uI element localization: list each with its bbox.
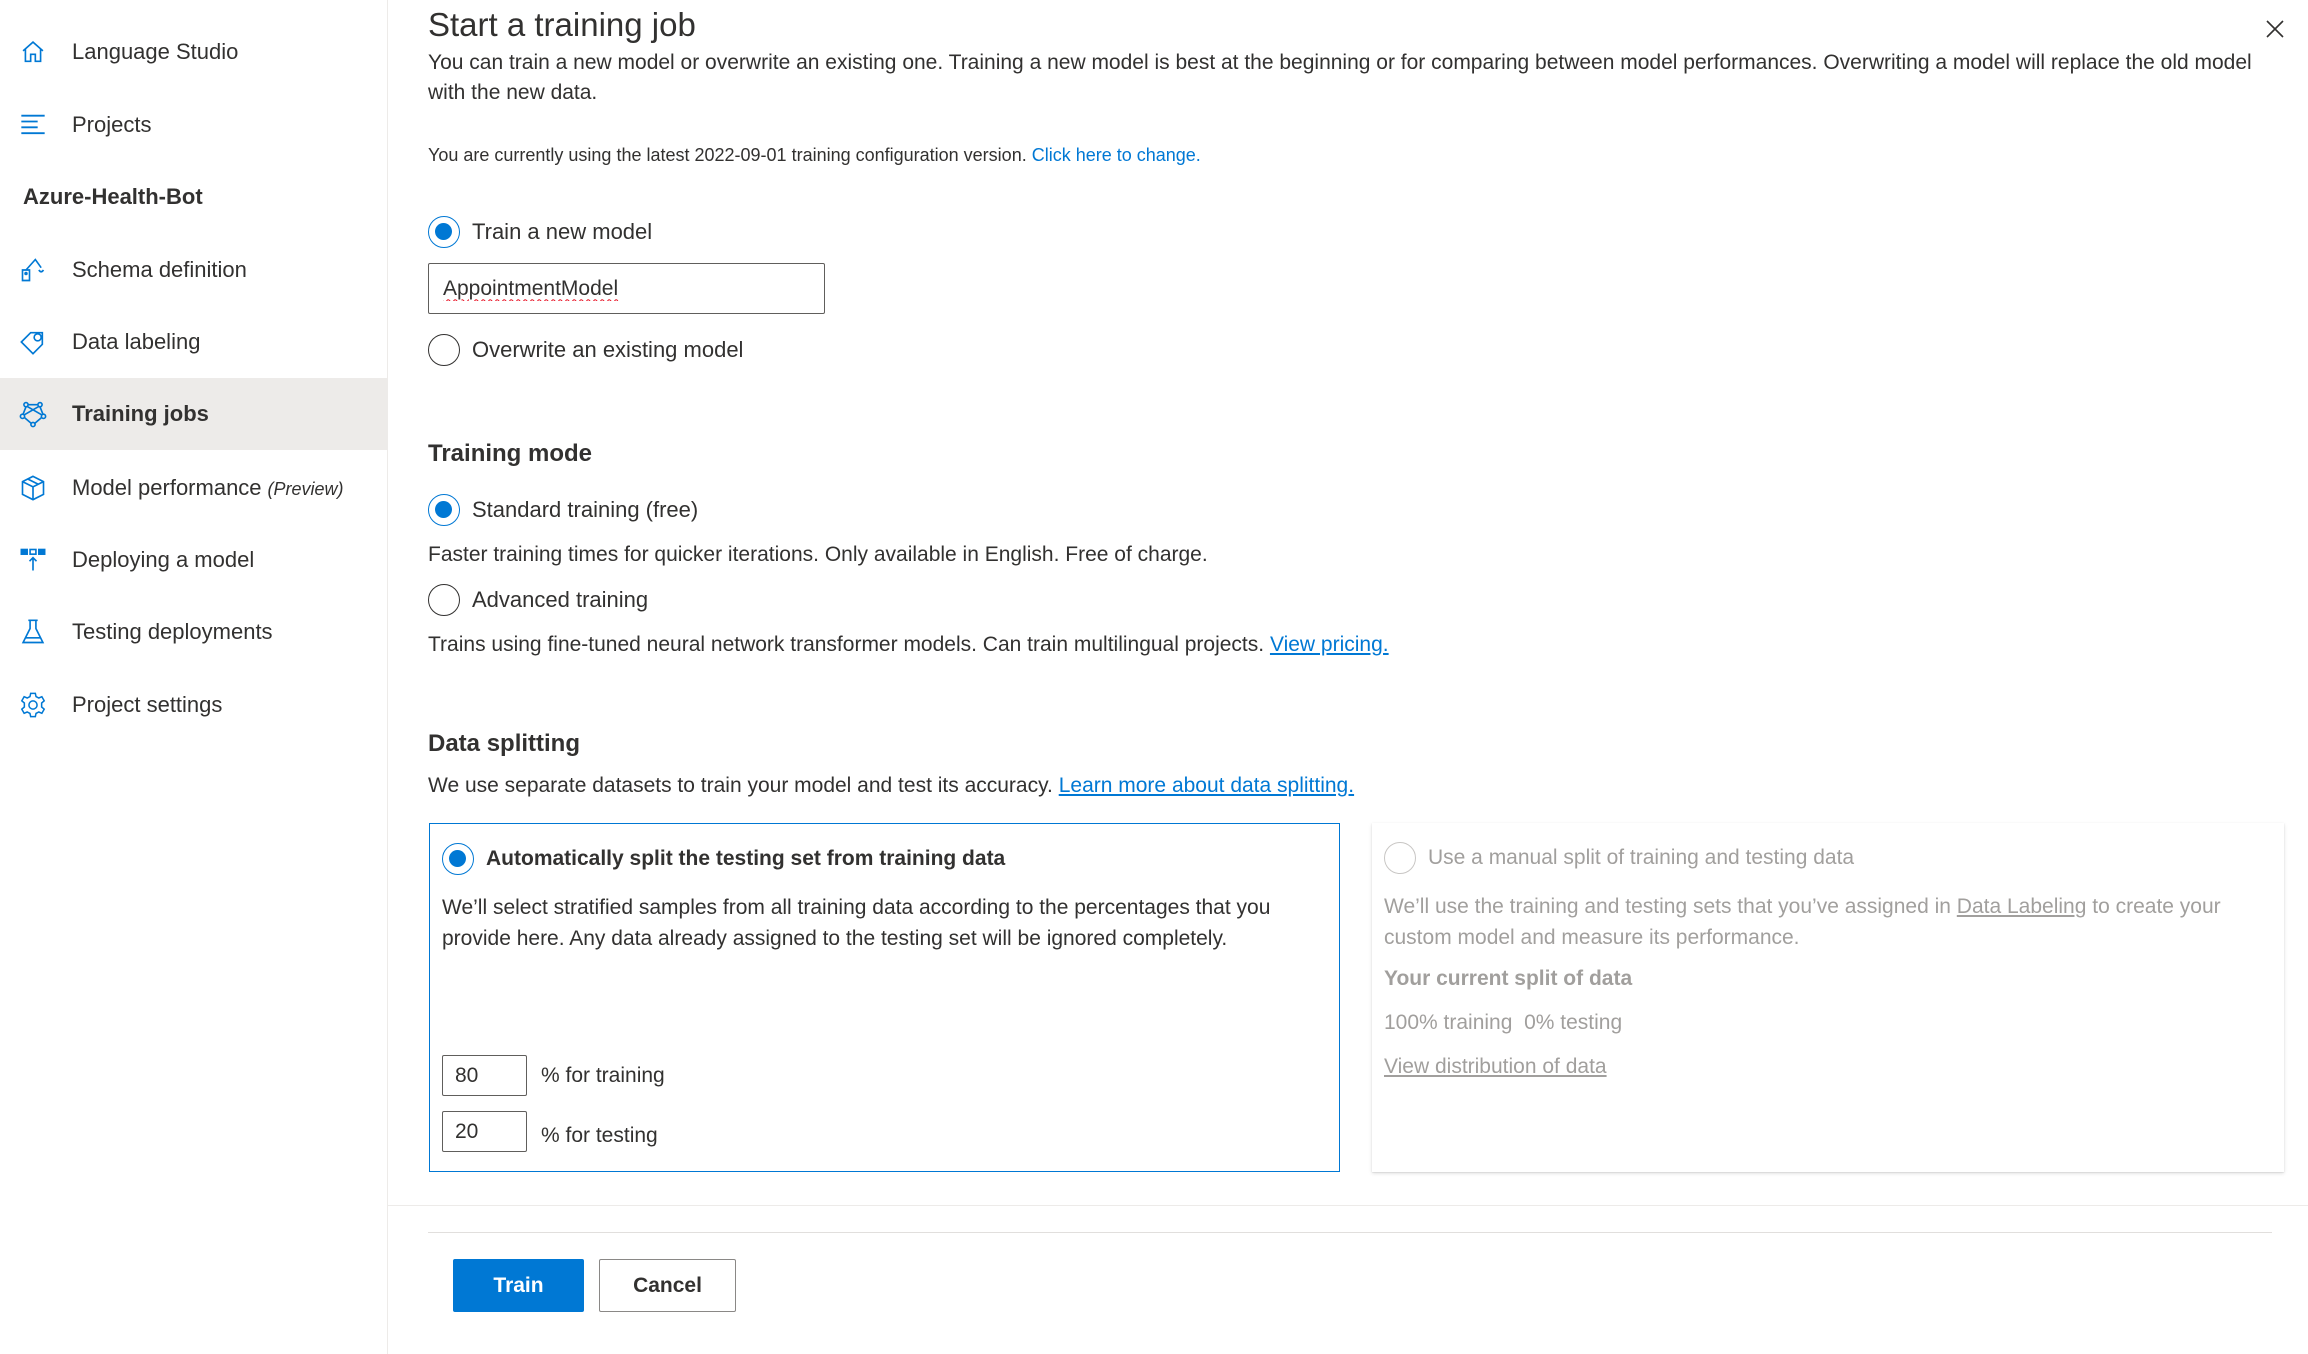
sidebar-item-label: Schema definition xyxy=(72,257,247,282)
preview-badge: (Preview) xyxy=(267,479,344,499)
sidebar-item-model-performance[interactable]: Model performance (Preview) xyxy=(0,452,388,524)
radio-label: Advanced training xyxy=(472,587,649,612)
sidebar-item-label: Language Studio xyxy=(72,39,239,64)
standard-training-radio[interactable]: Standard training (free) xyxy=(428,494,698,526)
sidebar-item-schema-definition[interactable]: Schema definition xyxy=(0,234,388,306)
config-version-label: You are currently using the latest 2022-… xyxy=(428,145,1027,165)
intro-text: You can train a new model or overwrite a… xyxy=(428,51,2252,104)
learn-more-data-splitting-link[interactable]: Learn more about data splitting. xyxy=(1059,774,1354,797)
advanced-training-desc: Trains using fine-tuned neural network t… xyxy=(428,633,1389,657)
training-job-panel: You can train a new model or overwrite a… xyxy=(388,0,2308,1354)
radio-label: Use a manual split of training and testi… xyxy=(1428,846,1855,869)
deploy-icon xyxy=(18,545,48,575)
scroll-clip xyxy=(388,44,2308,50)
manual-split-card: Use a manual split of training and testi… xyxy=(1372,823,2284,1172)
view-pricing-link[interactable]: View pricing. xyxy=(1270,633,1389,656)
gear-icon xyxy=(18,690,48,720)
radio-indicator xyxy=(428,494,460,526)
radio-indicator xyxy=(428,334,460,366)
radio-label: Automatically split the testing set from… xyxy=(486,847,1006,870)
radio-indicator xyxy=(442,843,474,875)
sidebar-item-deploying-a-model[interactable]: Deploying a model xyxy=(0,524,388,596)
sidebar-item-testing-deployments[interactable]: Testing deployments xyxy=(0,596,388,668)
auto-split-card[interactable]: Automatically split the testing set from… xyxy=(429,823,1340,1172)
auto-split-radio[interactable]: Automatically split the testing set from… xyxy=(442,843,1005,875)
model-name-input[interactable] xyxy=(428,263,825,314)
sidebar-item-label: Projects xyxy=(72,112,152,137)
overwrite-model-radio[interactable]: Overwrite an existing model xyxy=(428,334,743,366)
training-network-icon xyxy=(18,399,48,429)
training-percent-row: % for training xyxy=(442,1055,665,1096)
training-percent-label: % for training xyxy=(541,1063,665,1087)
sidebar-item-training-jobs[interactable]: Training jobs xyxy=(0,378,388,450)
manual-split-radio[interactable]: Use a manual split of training and testi… xyxy=(1384,842,1854,874)
data-splitting-desc-text: We use separate datasets to train your m… xyxy=(428,774,1053,797)
change-config-link[interactable]: Click here to change. xyxy=(1032,145,1201,165)
manual-split-description: We’ll use the training and testing sets … xyxy=(1384,891,2264,953)
radio-label: Train a new model xyxy=(472,219,653,244)
footer-divider xyxy=(428,1232,2272,1233)
close-icon xyxy=(2266,20,2284,38)
panel-title: Start a training job xyxy=(428,6,696,43)
data-labeling-link[interactable]: Data Labeling xyxy=(1957,895,2087,918)
sidebar-item-label: Testing deployments xyxy=(72,619,273,644)
sidebar-item-data-labeling[interactable]: Data labeling xyxy=(0,306,388,378)
home-icon xyxy=(18,37,48,67)
schema-icon xyxy=(18,255,48,285)
testing-percent-label: % for testing xyxy=(541,1123,658,1147)
sidebar-item-projects[interactable]: Projects xyxy=(0,89,388,161)
testing-percent-input[interactable] xyxy=(442,1111,527,1152)
flask-icon xyxy=(18,617,48,647)
current-split-values: 100% training 0% testing xyxy=(1384,1011,1623,1034)
standard-training-desc: Faster training times for quicker iterat… xyxy=(428,543,1208,566)
auto-split-description: We’ll select stratified samples from all… xyxy=(442,896,1271,950)
sidebar-item-label: Project settings xyxy=(72,692,223,717)
current-split-heading: Your current split of data xyxy=(1384,967,1633,990)
cancel-button[interactable]: Cancel xyxy=(599,1259,736,1312)
config-version-text: You are currently using the latest 2022-… xyxy=(428,145,1201,166)
radio-label: Overwrite an existing model xyxy=(472,337,744,362)
data-splitting-heading: Data splitting xyxy=(428,730,581,757)
sidebar-item-label: Deploying a model xyxy=(72,547,255,572)
data-splitting-desc: We use separate datasets to train your m… xyxy=(428,774,1354,798)
sidebar-item-label: Data labeling xyxy=(72,329,201,354)
radio-indicator xyxy=(1384,842,1416,874)
training-mode-heading: Training mode xyxy=(428,440,593,467)
tag-icon xyxy=(18,327,48,357)
training-percent-input[interactable] xyxy=(442,1055,527,1096)
advanced-training-desc-text: Trains using fine-tuned neural network t… xyxy=(428,633,1265,656)
project-name: Azure-Health-Bot xyxy=(23,184,203,209)
close-button[interactable] xyxy=(2260,14,2290,44)
list-icon xyxy=(18,110,48,140)
radio-indicator xyxy=(428,216,460,248)
view-distribution-link[interactable]: View distribution of data xyxy=(1384,1055,1607,1079)
cube-icon xyxy=(18,473,48,503)
train-new-model-radio[interactable]: Train a new model xyxy=(428,216,652,248)
testing-percent-row: % for testing xyxy=(442,1111,658,1152)
sidebar-item-language-studio[interactable]: Language Studio xyxy=(0,16,388,88)
sidebar: Language Studio Projects Azure-Health-Bo… xyxy=(0,0,388,1354)
sidebar-item-label: Model performance (Preview) xyxy=(72,475,344,501)
advanced-training-radio[interactable]: Advanced training xyxy=(428,584,648,616)
sidebar-item-label-text: Model performance xyxy=(72,475,262,500)
divider xyxy=(388,1205,2308,1206)
radio-label: Standard training (free) xyxy=(472,497,699,522)
train-button[interactable]: Train xyxy=(453,1259,584,1312)
manual-split-text-before: We’ll use the training and testing sets … xyxy=(1384,895,1951,918)
radio-indicator xyxy=(428,584,460,616)
sidebar-item-label: Training jobs xyxy=(72,401,209,426)
sidebar-item-project-settings[interactable]: Project settings xyxy=(0,669,388,741)
